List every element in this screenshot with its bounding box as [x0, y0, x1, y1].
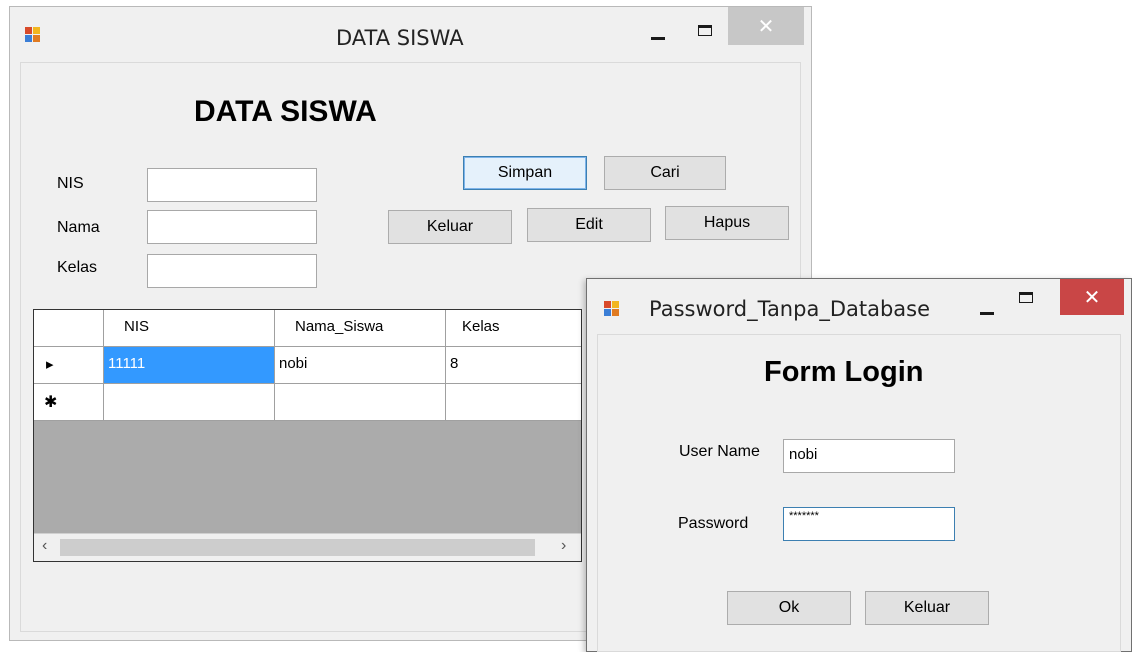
maximize-icon[interactable]: [1019, 292, 1033, 303]
grid-cell[interactable]: 8: [446, 347, 581, 384]
close-icon[interactable]: ✕: [728, 7, 804, 45]
window-title: DATA SISWA: [336, 26, 464, 50]
kelas-input[interactable]: [147, 254, 317, 288]
table-row[interactable]: ▸ 11111 nobi 8: [34, 347, 581, 384]
title-bar[interactable]: DATA SISWA ✕: [10, 7, 811, 65]
password-input[interactable]: *******: [783, 507, 955, 541]
hapus-button[interactable]: Hapus: [665, 206, 789, 240]
maximize-icon[interactable]: [698, 25, 712, 36]
window-title: Password_Tanpa_Database: [649, 297, 931, 321]
username-label: User Name: [679, 443, 760, 460]
grid-cell[interactable]: [275, 384, 446, 421]
grid-cell[interactable]: 11111: [104, 347, 275, 384]
scrollbar-thumb[interactable]: [60, 539, 535, 556]
scroll-right-icon[interactable]: ›: [561, 537, 566, 555]
nama-input[interactable]: [147, 210, 317, 244]
column-header-nis[interactable]: NIS: [104, 310, 275, 347]
current-row-icon[interactable]: ▸: [34, 347, 104, 384]
nis-label: NIS: [57, 175, 84, 192]
grid-cell[interactable]: nobi: [275, 347, 446, 384]
grid-cell[interactable]: [104, 384, 275, 421]
edit-button[interactable]: Edit: [527, 208, 651, 242]
login-heading: Form Login: [764, 356, 924, 388]
app-icon[interactable]: [25, 27, 41, 43]
page-title: DATA SISWA: [194, 95, 377, 128]
grid-cell[interactable]: [446, 384, 581, 421]
ok-button[interactable]: Ok: [727, 591, 851, 625]
column-header-kelas[interactable]: Kelas: [446, 310, 581, 347]
app-icon[interactable]: [604, 301, 620, 317]
grid-header-row: NIS Nama_Siswa Kelas: [34, 310, 581, 347]
minimize-icon[interactable]: [651, 37, 665, 40]
new-row-icon[interactable]: ✱: [34, 384, 104, 421]
data-grid[interactable]: NIS Nama_Siswa Kelas ▸ 11111 nobi 8 ✱ ‹ …: [33, 309, 582, 562]
keluar-button[interactable]: Keluar: [388, 210, 512, 244]
simpan-button[interactable]: Simpan: [463, 156, 587, 190]
kelas-label: Kelas: [57, 259, 98, 276]
cari-button[interactable]: Cari: [604, 156, 726, 190]
grid-corner-cell[interactable]: [34, 310, 104, 347]
keluar-login-button[interactable]: Keluar: [865, 591, 989, 625]
column-header-nama-siswa[interactable]: Nama_Siswa: [275, 310, 446, 347]
nis-input[interactable]: [147, 168, 317, 202]
username-input[interactable]: nobi: [783, 439, 955, 473]
table-row-new[interactable]: ✱: [34, 384, 581, 421]
horizontal-scrollbar[interactable]: ‹ ›: [34, 533, 581, 561]
password-label: Password: [678, 515, 749, 532]
close-icon[interactable]: ✕: [1060, 279, 1124, 315]
nama-label: Nama: [57, 219, 100, 236]
login-window: Password_Tanpa_Database ✕ Form Login Use…: [586, 278, 1132, 652]
scroll-left-icon[interactable]: ‹: [42, 537, 47, 555]
minimize-icon[interactable]: [980, 312, 994, 315]
